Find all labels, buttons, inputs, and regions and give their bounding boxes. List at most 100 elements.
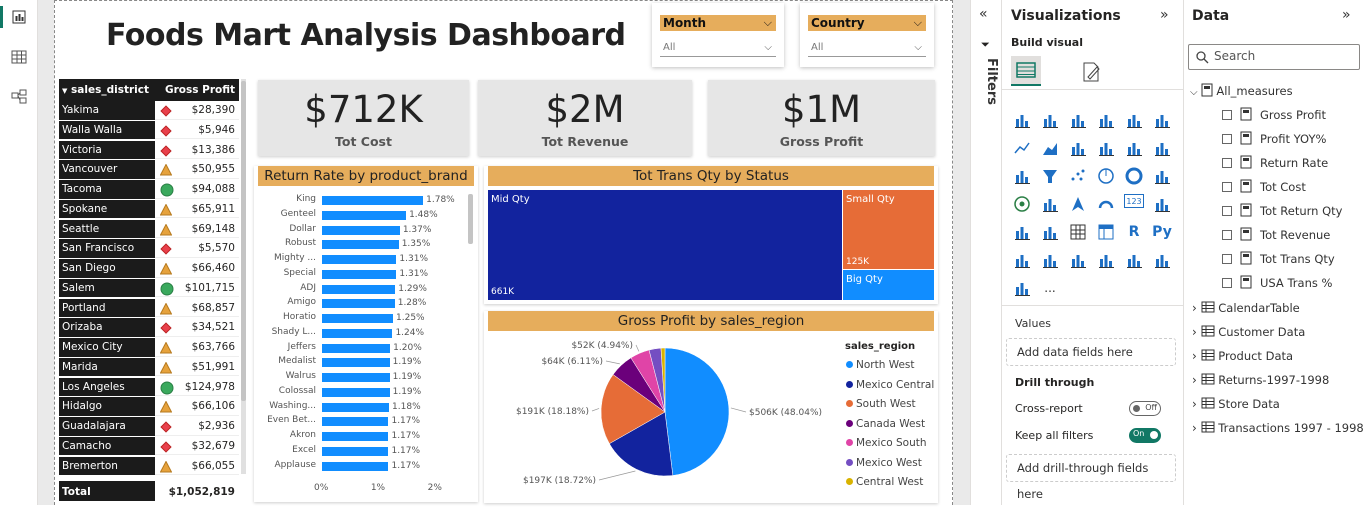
azure-map-icon[interactable]	[1068, 194, 1088, 214]
ribbon-icon[interactable]	[1152, 138, 1172, 158]
model-view-icon[interactable]	[9, 88, 29, 106]
bar[interactable]	[322, 255, 397, 264]
funnel-icon[interactable]	[1040, 166, 1060, 186]
checkbox[interactable]	[1222, 110, 1232, 120]
stacked-bar-icon[interactable]	[1012, 110, 1032, 130]
format-visual-tab[interactable]	[1076, 58, 1106, 86]
checkbox[interactable]	[1222, 134, 1232, 144]
bar[interactable]	[322, 358, 390, 368]
table-scrollbar-thumb[interactable]	[241, 81, 246, 401]
table-row[interactable]: Portland $68,857	[59, 298, 239, 319]
kpi-icon[interactable]	[1012, 222, 1032, 242]
measure-item[interactable]: Tot Trans Qty	[1222, 249, 1352, 269]
stacked-column-icon[interactable]	[1040, 110, 1060, 130]
checkbox[interactable]	[1222, 278, 1232, 288]
return-rate-chart[interactable]: Return Rate by product_brand King 1.78% Ge…	[254, 166, 478, 502]
search-input[interactable]: Search	[1188, 44, 1360, 70]
bar[interactable]	[322, 461, 389, 471]
waterfall-icon[interactable]	[1012, 166, 1032, 186]
data-table-item[interactable]: › Transactions 1997 - 1998	[1192, 418, 1364, 438]
measure-item[interactable]: Tot Return Qty	[1222, 201, 1352, 221]
table-row[interactable]: Hidalgo $66,106	[59, 397, 239, 417]
bar[interactable]	[322, 196, 424, 205]
table-row[interactable]: Seattle $69,148	[59, 219, 239, 240]
measures-group[interactable]: ⌵ All_measures	[1190, 81, 1293, 101]
bar[interactable]	[322, 373, 390, 382]
filters-pane[interactable]: « ⏷ Filters	[970, 0, 1002, 505]
more-icon[interactable]: ...	[1040, 278, 1060, 298]
bar[interactable]	[322, 299, 395, 309]
legend-item[interactable]: Mexico South	[846, 437, 927, 449]
data-table-item[interactable]: › Product Data	[1192, 346, 1293, 366]
legend-item[interactable]: Central West	[846, 476, 923, 488]
paginated-icon[interactable]	[1152, 250, 1172, 270]
python-visual-icon[interactable]: Py	[1152, 222, 1172, 242]
chart-scrollbar[interactable]	[468, 194, 473, 244]
bar[interactable]	[322, 343, 391, 353]
legend-item[interactable]: Canada West	[846, 418, 925, 430]
table-scrollbar[interactable]	[241, 79, 246, 474]
area-icon[interactable]	[1040, 138, 1060, 158]
narrative-icon[interactable]	[1096, 250, 1116, 270]
data-table-item[interactable]: › Customer Data	[1192, 322, 1305, 342]
card-icon[interactable]: 123	[1124, 194, 1144, 208]
filters-label[interactable]: Filters	[975, 58, 999, 118]
checkbox[interactable]	[1222, 158, 1232, 168]
measure-item[interactable]: Return Rate	[1222, 153, 1352, 173]
checkbox[interactable]	[1222, 230, 1232, 240]
table-row[interactable]: Walla Walla $5,946	[59, 120, 239, 141]
table-row[interactable]: Bremerton $66,055	[59, 456, 239, 477]
matrix-icon[interactable]	[1096, 222, 1116, 242]
trans-qty-treemap[interactable]: Tot Trans Qty by Status Mid Qty 661K Sma…	[484, 166, 938, 304]
checkbox[interactable]	[1222, 254, 1232, 264]
table-view-icon[interactable]	[9, 48, 29, 66]
bar[interactable]	[322, 402, 390, 412]
measure-item[interactable]: Gross Profit	[1222, 105, 1352, 125]
data-table-item[interactable]: › Store Data	[1192, 394, 1280, 414]
table-header-district[interactable]: ▼ sales_district	[59, 79, 155, 101]
bar[interactable]	[322, 269, 397, 279]
qa-icon[interactable]	[1068, 250, 1088, 270]
legend-item[interactable]: South West	[846, 398, 916, 410]
100-column-icon[interactable]	[1152, 110, 1172, 130]
line-column-icon[interactable]	[1096, 138, 1116, 158]
pie-icon[interactable]	[1096, 166, 1116, 186]
table-icon[interactable]	[1068, 222, 1088, 242]
legend-item[interactable]: Mexico West	[846, 457, 922, 469]
bar[interactable]	[322, 225, 400, 235]
tot-cost-card[interactable]: $712K Tot Cost	[258, 80, 469, 156]
country-slicer[interactable]: Country ⌵ All ⌵	[800, 3, 934, 67]
bar[interactable]	[322, 417, 389, 427]
bar[interactable]	[322, 314, 394, 323]
key-influencers-icon[interactable]	[1012, 250, 1032, 270]
table-row[interactable]: Mexico City $63,766	[59, 338, 239, 358]
bar[interactable]	[322, 328, 393, 338]
treemap-mid-qty[interactable]: Mid Qty 661K	[488, 190, 842, 300]
country-dropdown[interactable]: All ⌵	[808, 37, 926, 57]
keep-filters-toggle[interactable]: On	[1129, 428, 1161, 443]
table-row[interactable]: San Diego $66,460	[59, 259, 239, 279]
table-header-profit[interactable]: Gross Profit	[155, 79, 239, 101]
expand-icon[interactable]: »	[1160, 7, 1169, 23]
legend-item[interactable]: North West	[846, 359, 915, 371]
checkbox[interactable]	[1222, 206, 1232, 216]
values-drop-well[interactable]: Add data fields here	[1006, 338, 1176, 366]
gauge-icon[interactable]	[1096, 194, 1116, 214]
slicer-icon[interactable]	[1040, 222, 1060, 242]
drill-through-drop-well[interactable]: Add drill-through fields here	[1006, 454, 1176, 501]
100-bar-icon[interactable]	[1124, 110, 1144, 130]
treemap-big-qty[interactable]: Big Qty	[843, 270, 934, 300]
report-view-icon[interactable]	[9, 8, 29, 26]
line-icon[interactable]	[1012, 138, 1032, 158]
sales-district-table[interactable]: ▼ sales_district Gross Profit Yakima $28,…	[59, 79, 246, 501]
multirow-card-icon[interactable]	[1152, 194, 1172, 214]
table-row[interactable]: Victoria $13,386	[59, 140, 239, 161]
bar[interactable]	[322, 210, 407, 220]
collapse-icon[interactable]: «	[979, 6, 988, 22]
stacked-area-icon[interactable]	[1068, 138, 1088, 158]
pie-slice[interactable]	[664, 347, 730, 476]
treemap-small-qty[interactable]: Small Qty 125K	[843, 190, 934, 269]
month-slicer[interactable]: Month ⌵ All ⌵	[652, 3, 784, 67]
gross-profit-pie-chart[interactable]: Gross Profit by sales_region $506K (48.0…	[484, 311, 938, 503]
bar[interactable]	[322, 387, 390, 397]
